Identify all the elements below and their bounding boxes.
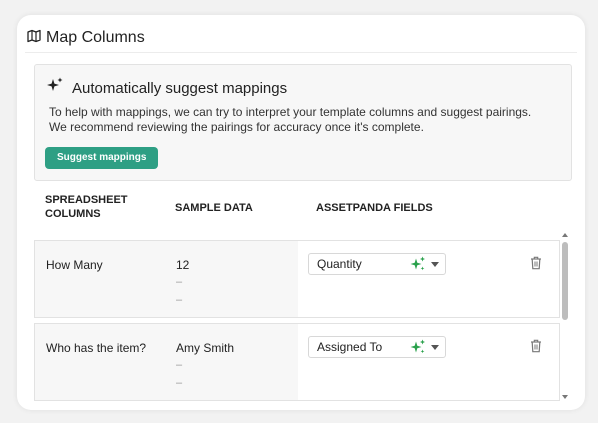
suggest-mappings-button[interactable]: Suggest mappings [45,147,159,169]
column-header-spreadsheet: SPREADSHEET COLUMNS [45,193,128,221]
field-select[interactable]: Assigned To [308,336,446,358]
map-icon [27,29,41,48]
spreadsheet-column-name: Who has the item? [46,341,147,355]
scroll-up-arrow[interactable] [562,233,568,237]
ai-suggestion-icon [410,339,426,360]
page-title: Map Columns [46,29,145,46]
sample-value: – [176,359,183,371]
suggest-description: To help with mappings, we can try to int… [49,105,531,135]
suggest-mappings-box: Automatically suggest mappings To help w… [34,64,572,181]
sample-value: – [176,276,183,288]
column-header-fields: ASSETPANDA FIELDS [316,202,433,214]
ai-suggestion-icon [410,256,426,277]
column-header-spreadsheet-line2: COLUMNS [45,208,101,220]
trash-icon[interactable] [530,256,542,275]
trash-icon[interactable] [530,339,542,358]
mapping-row: How Many 12 – – Quantity [34,240,560,318]
scroll-down-arrow[interactable] [562,395,568,399]
sample-value: Amy Smith [176,341,235,355]
sample-value: – [176,294,183,306]
field-select[interactable]: Quantity [308,253,446,275]
field-select-value: Quantity [317,257,362,271]
scrollbar-thumb[interactable] [562,242,568,320]
suggest-description-line2: We recommend reviewing the pairings for … [49,120,424,134]
field-select-value: Assigned To [317,340,383,354]
column-header-spreadsheet-line1: SPREADSHEET [45,194,128,206]
sparkle-icon [47,77,64,99]
spreadsheet-column-name: How Many [46,258,103,272]
suggest-heading: Automatically suggest mappings [72,79,288,97]
sample-value: 12 [176,258,190,272]
mapping-row: Who has the item? Amy Smith – – Assigned… [34,323,560,401]
chevron-down-icon [431,262,439,267]
suggest-description-line1: To help with mappings, we can try to int… [49,105,532,119]
header-divider [25,52,577,53]
suggest-title: Automatically suggest mappings [47,77,287,99]
map-columns-panel: Map Columns Automatically suggest mappin… [17,15,585,410]
chevron-down-icon [431,345,439,350]
column-header-sample: SAMPLE DATA [175,202,253,214]
sample-value: – [176,377,183,389]
panel-header: Map Columns [27,25,145,51]
